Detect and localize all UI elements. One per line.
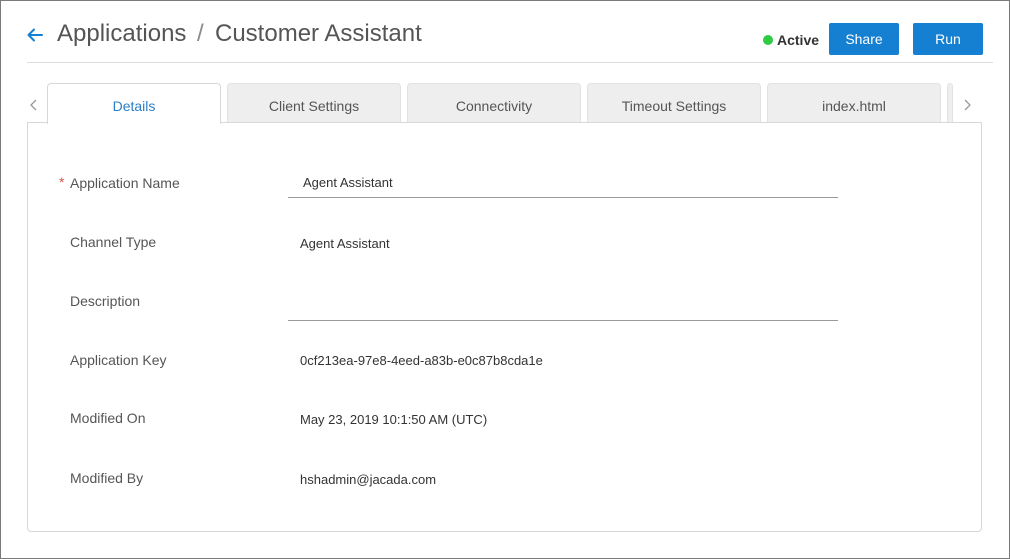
tab-client-settings[interactable]: Client Settings xyxy=(227,83,401,123)
breadcrumb-applications-link[interactable]: Applications xyxy=(57,20,186,48)
details-panel: * Application Name Channel Type Agent As… xyxy=(27,122,982,532)
description-label: Description xyxy=(70,293,141,309)
app-window: Applications / Customer Assistant Active… xyxy=(0,0,1010,559)
share-button[interactable]: Share xyxy=(829,23,899,55)
status-dot-icon xyxy=(763,35,773,45)
tab-index-html[interactable]: index.html xyxy=(767,83,941,123)
breadcrumb-separator: / xyxy=(197,20,204,47)
application-key-value: 0cf213ea-97e8-4eed-a83b-e0c87b8cda1e xyxy=(300,353,543,368)
description-input[interactable] xyxy=(288,291,838,321)
chevron-left-icon[interactable] xyxy=(27,98,41,112)
tab-details[interactable]: Details xyxy=(47,83,221,124)
tab-timeout-settings[interactable]: Timeout Settings xyxy=(587,83,761,123)
modified-by-label: Modified By xyxy=(70,470,144,486)
tab-connectivity[interactable]: Connectivity xyxy=(407,83,581,123)
modified-on-label: Modified On xyxy=(70,410,146,426)
arrow-left-icon[interactable] xyxy=(27,27,43,43)
channel-type-value: Agent Assistant xyxy=(300,236,390,251)
modified-on-value: May 23, 2019 10:1:50 AM (UTC) xyxy=(300,412,488,427)
application-key-label: Application Key xyxy=(70,352,167,368)
status-label: Active xyxy=(777,32,820,48)
application-name-input[interactable] xyxy=(288,168,838,198)
chevron-right-icon[interactable] xyxy=(960,98,974,112)
run-button[interactable]: Run xyxy=(913,23,983,55)
status-badge: Active xyxy=(763,31,819,49)
required-marker: * xyxy=(59,174,65,190)
page-title: Customer Assistant xyxy=(215,20,422,47)
application-name-label: Application Name xyxy=(70,175,180,191)
tab-overflow[interactable] xyxy=(947,83,953,123)
page-header: Applications / Customer Assistant Active… xyxy=(27,1,993,63)
modified-by-value: hshadmin@jacada.com xyxy=(300,472,437,487)
channel-type-label: Channel Type xyxy=(70,234,157,250)
